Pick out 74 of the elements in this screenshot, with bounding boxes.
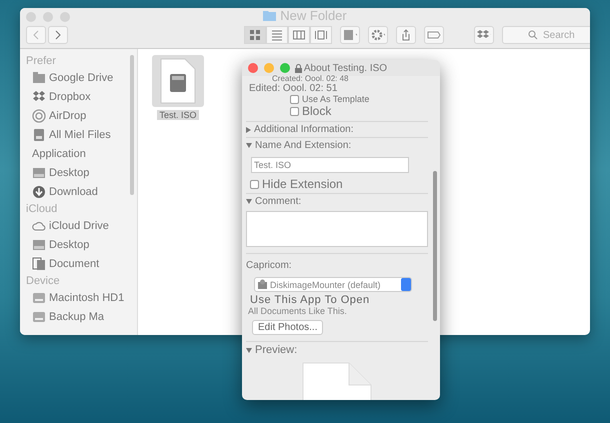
chevron-right-icon	[54, 30, 62, 40]
use-app-label: Use This App To Open	[250, 294, 371, 306]
zoom-button[interactable]	[280, 63, 290, 73]
created-date: Created: Oool. 02: 48	[272, 74, 350, 83]
grid-dropdown-icon	[343, 29, 357, 41]
disk-image-file-icon	[160, 58, 196, 104]
sidebar-item[interactable]: Backup Ma	[26, 307, 137, 326]
icons-view-icon	[248, 28, 262, 42]
disclosure-row[interactable]: Comment:	[246, 196, 428, 207]
view-mode-button[interactable]	[310, 26, 332, 44]
minimize-button[interactable]	[264, 63, 274, 73]
dropbox-icon	[32, 90, 46, 104]
disclosure-row[interactable]: Preview:	[246, 344, 428, 356]
tag-icon	[427, 31, 441, 39]
comment-field[interactable]	[246, 211, 428, 247]
sidebar-item[interactable]: Desktop	[26, 235, 137, 254]
disclosure-row[interactable]: Name And Extension:	[246, 140, 428, 151]
sidebar-header: Prefer	[26, 55, 57, 67]
desktop-icon	[32, 166, 46, 180]
list-view-icon	[270, 28, 284, 42]
close-button[interactable]	[248, 63, 258, 73]
document-icon	[32, 256, 46, 270]
airdrop-icon	[32, 108, 46, 122]
template-checkbox[interactable]: Use As Template	[290, 94, 428, 104]
block-checkbox[interactable]: Block	[290, 104, 428, 118]
sidebar-item[interactable]: AirDrop	[26, 106, 137, 125]
sidebar-item[interactable]: Macintosh HD1	[26, 288, 137, 307]
file-thumbnail[interactable]	[152, 55, 204, 107]
chevron-left-icon	[32, 30, 40, 40]
folder-icon	[32, 70, 46, 84]
application-dropdown[interactable]: DiskimageMounter (default)	[254, 277, 412, 292]
app-icon	[257, 279, 268, 290]
files-icon	[32, 128, 46, 142]
sidebar-item[interactable]: Google Drive	[26, 68, 137, 87]
settings-button[interactable]	[368, 26, 388, 44]
search-field[interactable]: Search	[502, 26, 590, 44]
scrollbar[interactable]	[130, 55, 134, 195]
gear-icon	[371, 29, 385, 41]
window-title: About Testing. ISO	[304, 62, 388, 74]
scrollbar[interactable]	[433, 171, 437, 321]
view-mode-button[interactable]	[266, 26, 288, 44]
hide-extension-checkbox[interactable]: Hide Extension	[250, 177, 428, 191]
view-mode-button[interactable]	[288, 26, 310, 44]
sidebar-item[interactable]: All Miel Files	[26, 125, 137, 144]
open-with-label: Capricom:	[246, 260, 293, 271]
sidebar-item[interactable]: Dropbox	[26, 87, 137, 106]
sidebar-item[interactable]: Document	[26, 254, 137, 273]
dropbox-icon	[477, 29, 491, 41]
desktop-icon	[32, 238, 46, 252]
share-button[interactable]	[396, 26, 416, 44]
disclosure-row[interactable]: Additional Information:	[246, 124, 428, 135]
folder-icon	[263, 10, 276, 21]
dropbox-button[interactable]	[474, 26, 494, 44]
sidebar-item[interactable]: Desktop	[26, 163, 137, 182]
download-icon	[32, 184, 46, 198]
arrange-button[interactable]	[340, 26, 360, 44]
sidebar-header: iCloud	[26, 203, 58, 215]
file-name: Test. ISO	[157, 110, 198, 120]
columns-view-icon	[292, 28, 306, 42]
sidebar-item[interactable]: iCloud Drive	[26, 216, 137, 235]
share-icon	[401, 29, 411, 41]
change-all-button[interactable]: Edit Photos...	[252, 320, 324, 335]
tag-button[interactable]	[424, 26, 444, 44]
sidebar-item[interactable]: Application	[26, 144, 137, 163]
back-button[interactable]	[26, 26, 46, 44]
all-documents-label: All Documents Like This.	[248, 306, 348, 316]
name-field[interactable]: Test. ISO	[251, 157, 409, 173]
lock-icon	[294, 64, 302, 72]
view-mode-button[interactable]	[244, 26, 266, 44]
modified-date: Edited: Oool. 02: 51	[249, 83, 338, 94]
cover-view-icon	[314, 28, 328, 42]
sidebar-header: Device	[26, 275, 61, 287]
sidebar-item[interactable]: Download	[26, 182, 137, 201]
forward-button[interactable]	[48, 26, 68, 44]
